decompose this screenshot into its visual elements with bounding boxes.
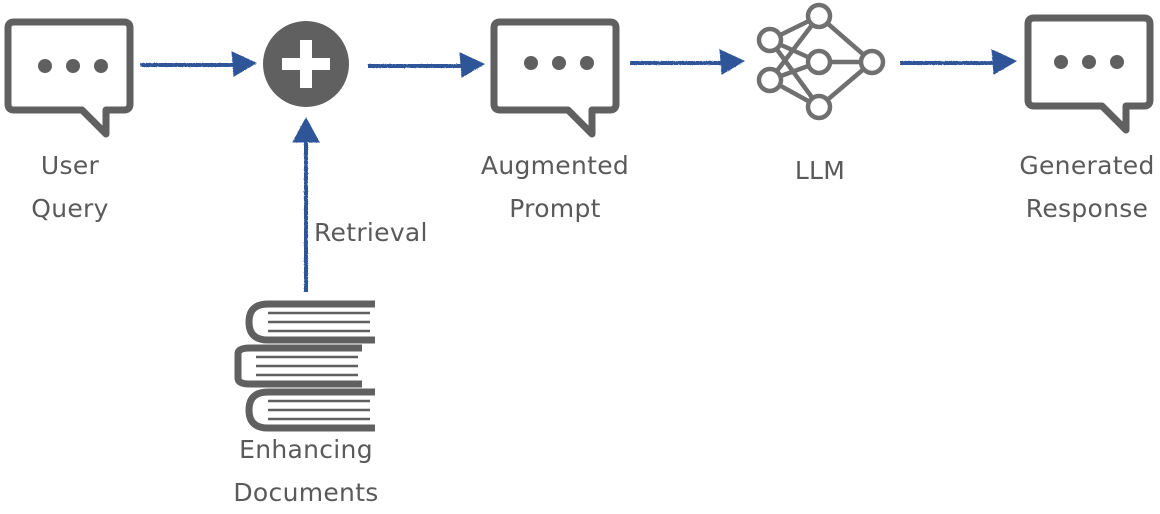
books-stack-icon — [234, 300, 375, 432]
node-label-llm: LLM — [794, 156, 846, 185]
node-label-user-query: User Query — [31, 151, 109, 223]
diagram-canvas — [4, 2, 1154, 432]
chat-bubble-icon — [4, 18, 134, 138]
arrow-augmented-prompt-to-llm — [630, 49, 746, 75]
arrow-combine-to-augmented-prompt — [368, 52, 486, 78]
chat-bubble-icon — [490, 18, 620, 138]
arrow-llm-to-generated-response — [900, 49, 1018, 75]
node-label-enhancing-documents: Enhancing Documents — [233, 435, 379, 507]
edge-label-retrieval: Retrieval — [314, 218, 428, 247]
node-label-generated-response: Generated Response — [1019, 151, 1155, 223]
neural-network-icon — [756, 2, 886, 121]
chat-bubble-icon — [1024, 14, 1154, 134]
arrow-user-query-to-combine — [140, 51, 258, 77]
arrow-retrieval — [292, 116, 320, 292]
node-label-augmented-prompt: Augmented Prompt — [480, 151, 630, 223]
plus-circle-icon — [263, 21, 349, 107]
